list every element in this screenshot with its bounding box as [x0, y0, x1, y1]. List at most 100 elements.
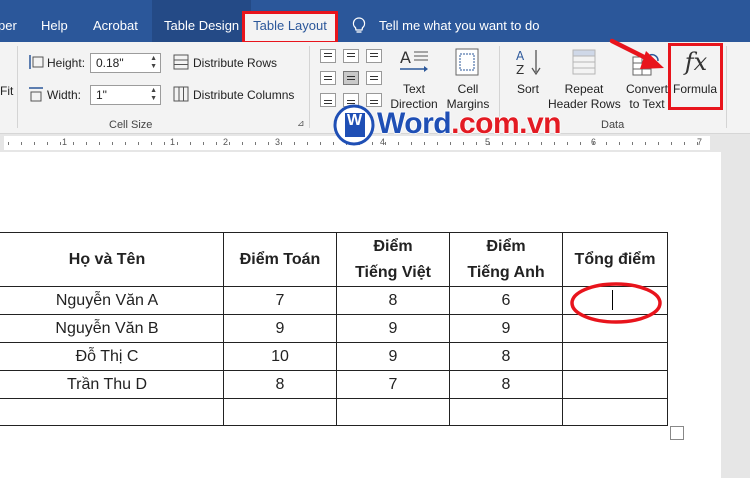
ruler-tick: [99, 142, 100, 145]
cell-viet[interactable]: [336, 398, 450, 426]
cell-eng[interactable]: [449, 398, 563, 426]
cell-viet[interactable]: 8: [336, 286, 450, 315]
separator: [17, 46, 18, 128]
height-spinner-icon[interactable]: ▲ ▼: [150, 55, 157, 71]
cell-math[interactable]: 10: [223, 342, 337, 371]
vertical-scrollbar[interactable]: [721, 152, 750, 478]
cell-name[interactable]: [0, 398, 224, 426]
ruler-tick: [281, 142, 282, 145]
ruler-tick: [21, 142, 22, 145]
formula-highlight: [668, 43, 723, 110]
align-top-center-button[interactable]: [343, 49, 359, 63]
cell-viet[interactable]: 7: [336, 370, 450, 399]
cell-name[interactable]: Trần Thu D: [0, 370, 224, 399]
align-top-right-button[interactable]: [366, 49, 382, 63]
svg-text:A: A: [516, 49, 525, 63]
height-field[interactable]: 0.18" ▲ ▼: [90, 53, 161, 73]
cell-total[interactable]: [562, 398, 668, 426]
cell-name[interactable]: Đỗ Thị C: [0, 342, 224, 371]
ruler-tick: [177, 142, 178, 145]
header-english[interactable]: Điểm Tiếng Anh: [449, 232, 563, 287]
distribute-columns-icon: [173, 86, 189, 102]
ruler-number: 3: [275, 137, 281, 147]
tab-partial[interactable]: per: [0, 0, 17, 42]
width-spinner-icon[interactable]: ▲ ▼: [150, 87, 157, 103]
distribute-rows-button[interactable]: Distribute Rows: [193, 56, 277, 70]
cell-math[interactable]: 8: [223, 370, 337, 399]
ruler-number: 1: [170, 137, 176, 147]
cell-size-group-label: Cell Size: [109, 119, 153, 131]
align-center-button[interactable]: [343, 71, 359, 85]
table-resize-handle-icon[interactable]: [670, 426, 684, 440]
ruler-tick: [645, 142, 646, 145]
header-vietnamese[interactable]: Điểm Tiếng Việt: [336, 232, 450, 287]
cell-name[interactable]: Nguyễn Văn A: [0, 286, 224, 315]
ruler-tick: [684, 142, 685, 145]
align-center-right-button[interactable]: [366, 71, 382, 85]
ruler-tick: [671, 142, 672, 145]
autofit-label[interactable]: Fit: [0, 84, 13, 98]
table-header-row: Họ và Tên Điểm Toán Điểm Tiếng Việt Điểm…: [0, 232, 668, 287]
ruler-tick: [320, 142, 321, 145]
table-row: Nguyễn Văn B 9 9 9: [0, 314, 668, 343]
header-eng-line-1: Điểm: [486, 237, 526, 255]
cell-name[interactable]: Nguyễn Văn B: [0, 314, 224, 343]
ruler-tick: [216, 142, 217, 145]
repeat-label-1: Repeat: [564, 82, 604, 96]
data-group-label: Data: [601, 119, 625, 131]
table-row: [0, 398, 668, 426]
tab-table-design[interactable]: Table Design: [152, 0, 252, 42]
header-math[interactable]: Điểm Toán: [223, 232, 337, 287]
convert-to-text-button[interactable]: Convert to Text: [624, 82, 670, 112]
cell-viet[interactable]: 9: [336, 314, 450, 343]
cell-eng[interactable]: 9: [449, 314, 563, 343]
distribute-columns-button[interactable]: Distribute Columns: [193, 88, 294, 102]
header-viet-line-2: Tiếng Việt: [355, 263, 431, 281]
align-center-left-button[interactable]: [320, 71, 336, 85]
table-row: Trần Thu D 8 7 8: [0, 370, 668, 399]
ruler-tick: [60, 142, 61, 145]
cell-viet[interactable]: 9: [336, 342, 450, 371]
header-name[interactable]: Họ và Tên: [0, 232, 224, 287]
text-direction-label-1: Text: [402, 82, 425, 96]
ruler-tick: [606, 142, 607, 145]
separator: [726, 46, 727, 128]
height-value: 0.18": [96, 56, 124, 70]
header-viet-line-1: Điểm: [373, 237, 413, 255]
watermark-text: Word.com.vn: [376, 106, 562, 141]
header-total[interactable]: Tổng điểm: [562, 232, 668, 287]
table-row: Nguyễn Văn A 7 8 6: [0, 286, 668, 315]
ruler-tick: [242, 142, 243, 145]
ruler-tick: [658, 142, 659, 145]
cell-total[interactable]: [562, 370, 668, 399]
sort-button[interactable]: Sort: [510, 82, 546, 97]
cell-margins-icon: [455, 48, 479, 76]
cell-math[interactable]: 7: [223, 286, 337, 315]
ruler-tick: [255, 142, 256, 145]
table-row: Đỗ Thị C 10 9 8: [0, 342, 668, 371]
score-table[interactable]: Họ và Tên Điểm Toán Điểm Tiếng Việt Điểm…: [0, 232, 668, 426]
dialog-launcher-icon[interactable]: ⊿: [297, 118, 305, 129]
table-layout-highlight: [242, 11, 338, 44]
tell-me-search[interactable]: Tell me what you want to do: [379, 0, 539, 42]
ruler-tick: [86, 142, 87, 145]
ruler-tick: [619, 142, 620, 145]
cell-total[interactable]: [562, 342, 668, 371]
ruler-tick: [47, 142, 48, 145]
tab-help[interactable]: Help: [41, 0, 68, 42]
ruler-tick: [164, 142, 165, 145]
tab-acrobat[interactable]: Acrobat: [93, 0, 138, 42]
text-direction-icon: A: [400, 48, 428, 72]
ruler-number: 2: [223, 137, 229, 147]
ruler-tick: [138, 142, 139, 145]
ruler-tick: [151, 142, 152, 145]
cell-eng[interactable]: 8: [449, 342, 563, 371]
cell-math[interactable]: 9: [223, 314, 337, 343]
cell-eng[interactable]: 6: [449, 286, 563, 315]
align-top-left-button[interactable]: [320, 49, 336, 63]
watermark-letter: W: [347, 112, 363, 129]
cell-math[interactable]: [223, 398, 337, 426]
cell-eng[interactable]: 8: [449, 370, 563, 399]
width-field[interactable]: 1" ▲ ▼: [90, 85, 161, 105]
convert-label-2: to Text: [629, 97, 665, 111]
